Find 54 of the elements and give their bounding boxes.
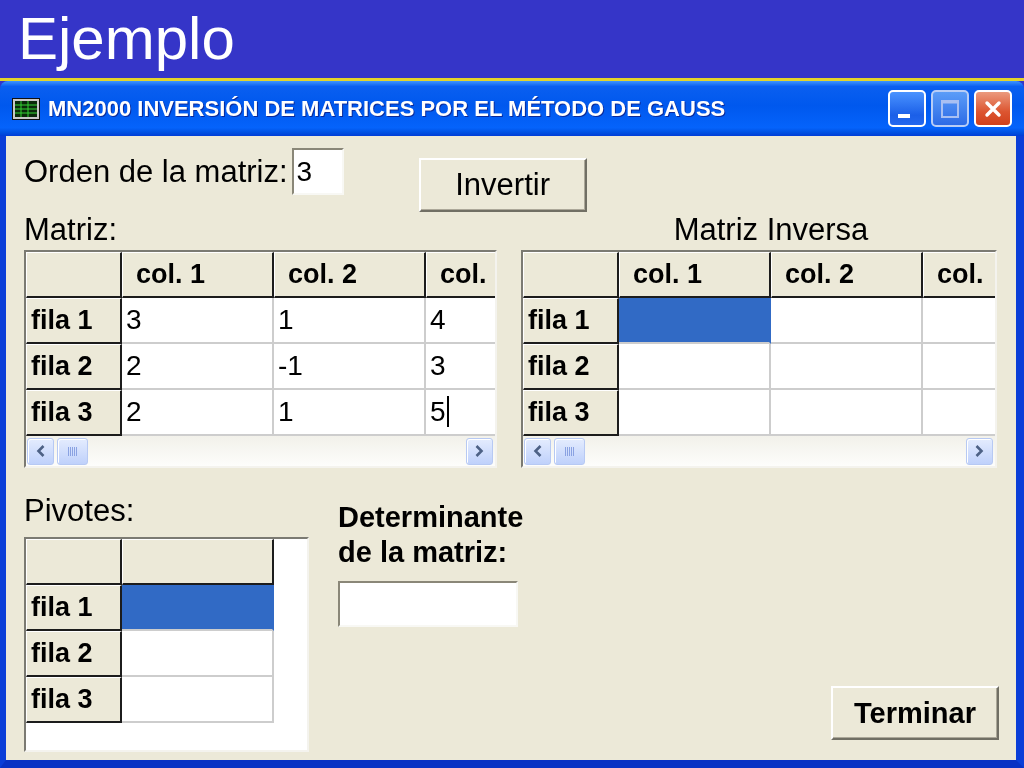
row-header: fila 2: [26, 344, 122, 390]
order-label: Orden de la matriz:: [24, 153, 288, 191]
order-input[interactable]: 3: [291, 148, 344, 195]
minimize-button[interactable]: [888, 90, 926, 127]
column-header: col. 1: [619, 252, 771, 298]
row-header: fila 2: [26, 631, 122, 677]
window-title: MN2000 INVERSIÓN DE MATRICES POR EL MÉTODO DE GAUSS: [48, 95, 726, 122]
invert-button[interactable]: Invertir: [418, 158, 587, 212]
row-header: fila 2: [523, 344, 619, 390]
column-header: col.: [923, 252, 995, 298]
row-header: fila 1: [26, 585, 122, 631]
row-header: fila 1: [26, 298, 122, 344]
close-icon: [984, 99, 1002, 118]
finish-button[interactable]: Terminar: [831, 686, 999, 740]
row-header: fila 3: [26, 390, 122, 436]
column-header: col. 1: [122, 252, 274, 298]
scrollbar-thumb[interactable]: [554, 437, 585, 465]
column-header: col. 2: [771, 252, 923, 298]
row-header: fila 3: [26, 677, 122, 723]
grip-icon: [68, 446, 77, 456]
table-cell[interactable]: 1: [274, 298, 426, 344]
scroll-left-button[interactable]: [524, 437, 551, 465]
monitor-icon: [12, 97, 40, 120]
scroll-left-button[interactable]: [27, 437, 54, 465]
grid-label: Matriz:: [24, 212, 117, 248]
scroll-right-button[interactable]: [466, 437, 493, 465]
table-cell[interactable]: 1: [274, 390, 426, 436]
column-header: col.: [426, 252, 495, 298]
grip-icon: [565, 446, 574, 456]
table-cell[interactable]: -1: [274, 344, 426, 390]
scrollbar-thumb[interactable]: [57, 437, 88, 465]
grid-label: Matriz Inversa: [673, 212, 869, 248]
chevron-right-icon: [975, 445, 984, 457]
pivots-label: Pivotes:: [24, 493, 136, 529]
determinant-field[interactable]: [338, 581, 518, 627]
determinant-label: Determinante de la matriz:: [338, 500, 525, 570]
row-header: fila 1: [523, 298, 619, 344]
scrollbar-track[interactable]: [26, 436, 495, 466]
column-header: col. 2: [274, 252, 426, 298]
chevron-left-icon: [533, 445, 542, 457]
minimize-icon: [898, 114, 910, 118]
scrollbar-track[interactable]: [523, 436, 995, 466]
table-cell[interactable]: [122, 585, 274, 631]
table-cell[interactable]: 2: [122, 344, 274, 390]
scroll-right-button[interactable]: [966, 437, 993, 465]
slide-title: Ejemplo: [18, 4, 235, 74]
row-header: fila 3: [523, 390, 619, 436]
close-button[interactable]: [974, 90, 1012, 127]
table-cell[interactable]: [619, 298, 771, 344]
table-cell[interactable]: 2: [122, 390, 274, 436]
chevron-left-icon: [36, 445, 45, 457]
table-cell[interactable]: 3: [122, 298, 274, 344]
maximize-icon: [941, 99, 959, 118]
chevron-right-icon: [475, 445, 484, 457]
